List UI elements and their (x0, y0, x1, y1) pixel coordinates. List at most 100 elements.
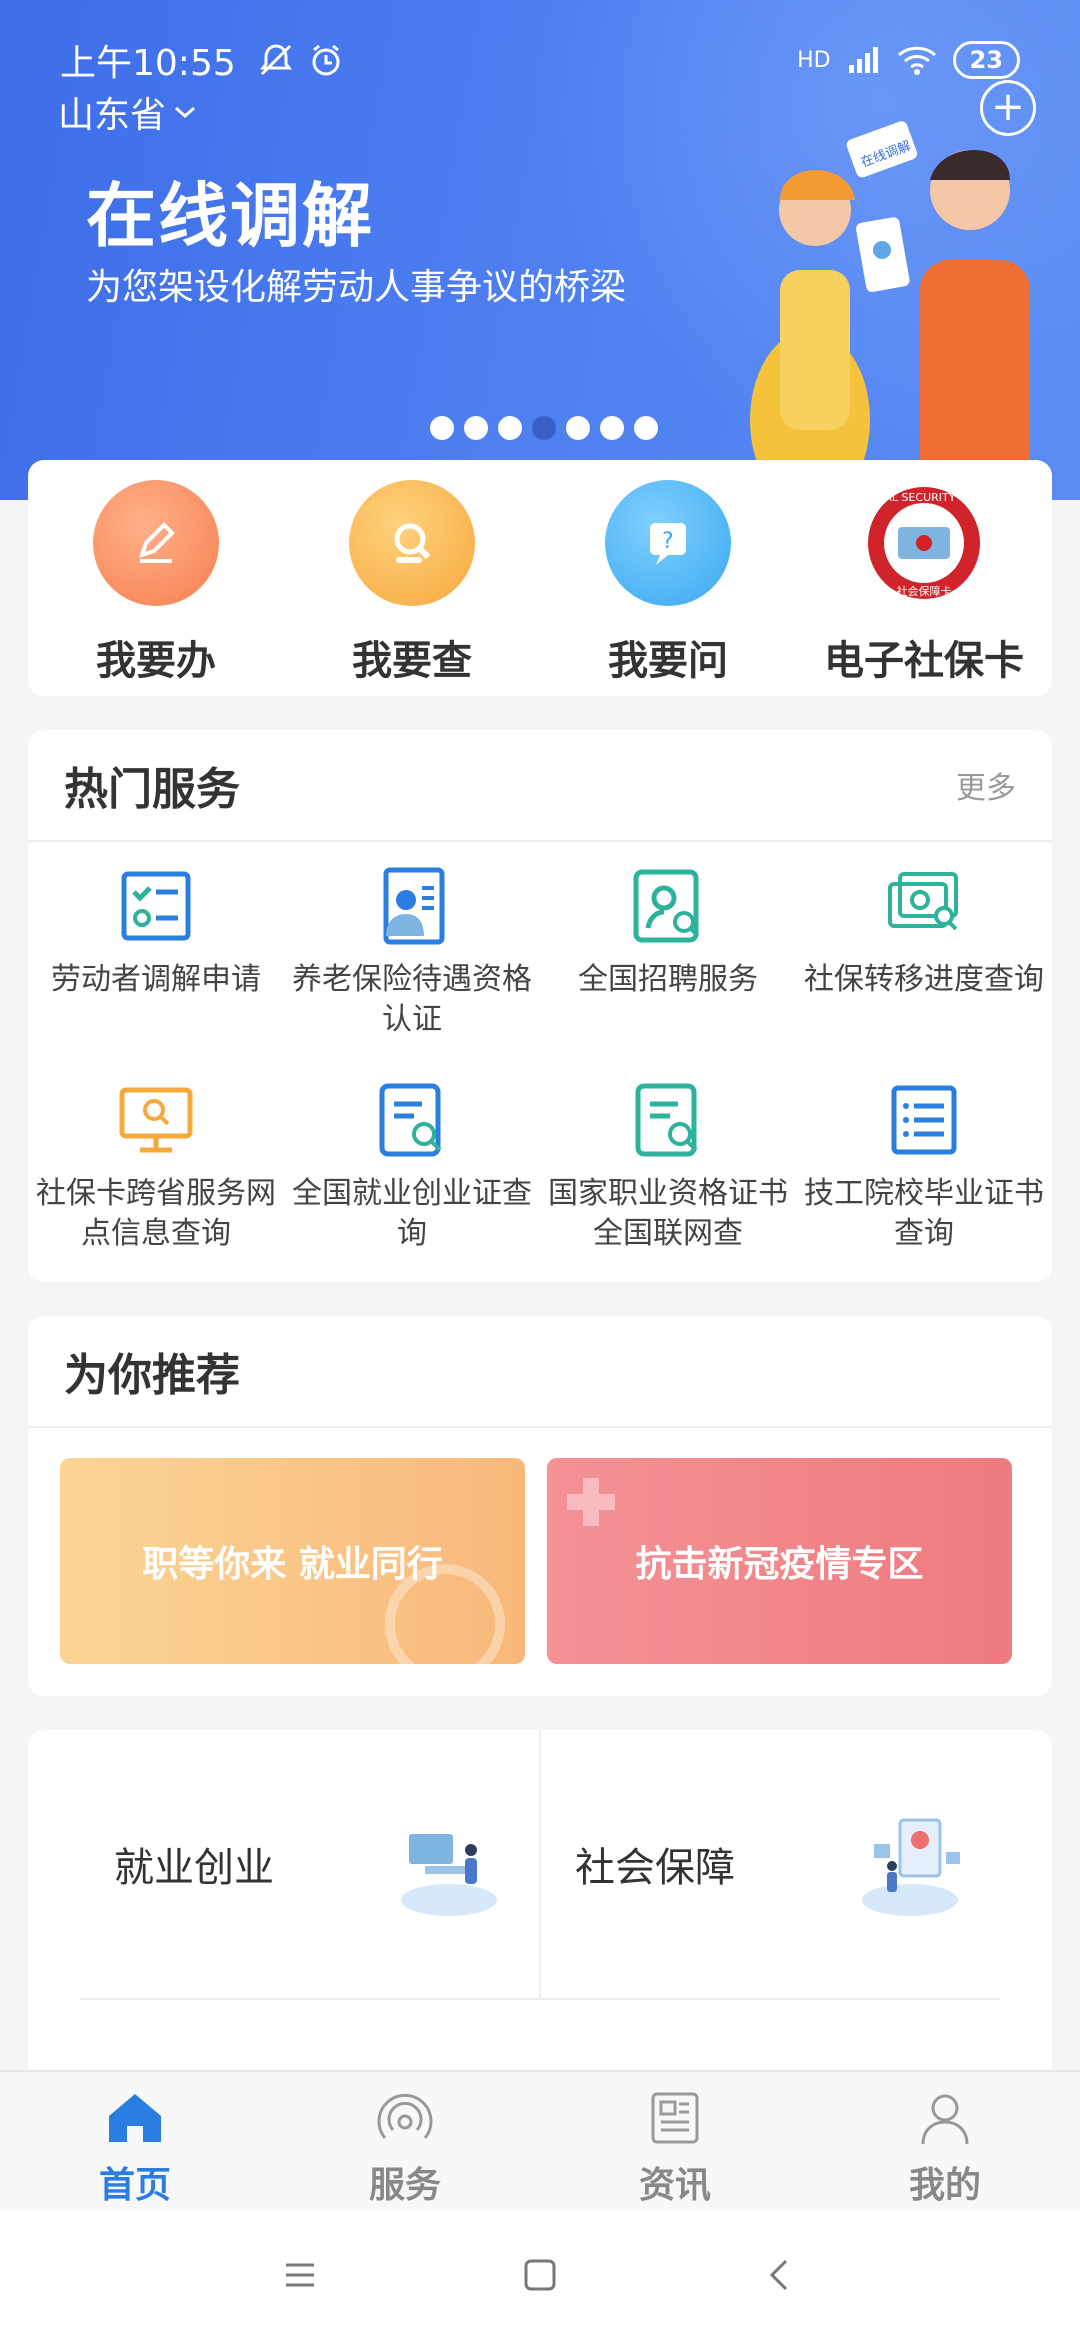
menu-icon[interactable] (280, 2255, 320, 2295)
service-item[interactable]: 养老保险待遇资格认证 (284, 866, 540, 1080)
social-security-illustration-icon (862, 1818, 960, 1916)
categories-card: 就业创业 社会保障 (28, 1730, 1052, 2090)
quick-action-label: 我要查 (352, 638, 472, 684)
service-label: 国家职业资格证书全国联网查 (548, 1176, 788, 1251)
category-label: 社会保障 (575, 1845, 735, 1891)
chevron-down-icon (175, 106, 196, 119)
carousel-dot[interactable] (430, 416, 454, 440)
status-bar: 上午10:55 HD 23 (60, 30, 1020, 90)
province-selector[interactable]: 山东省 (58, 86, 198, 138)
quick-action-label: 电子社保卡 (824, 638, 1024, 684)
category-social-security[interactable]: 社会保障 (539, 1730, 1000, 1998)
wifi-icon (897, 46, 936, 75)
tab-label: 资讯 (638, 2165, 711, 2206)
list-icon (891, 1085, 957, 1155)
svg-text:?: ? (662, 529, 674, 554)
service-label: 社保卡跨省服务网点信息查询 (36, 1176, 276, 1251)
service-label: 养老保险待遇资格认证 (292, 962, 532, 1037)
carousel-dot[interactable] (600, 416, 624, 440)
transfer-search-icon (888, 872, 958, 931)
back-icon[interactable] (760, 2255, 800, 2295)
employment-illustration-icon (401, 1834, 497, 1916)
news-icon (651, 2092, 699, 2144)
profile-search-icon (633, 869, 700, 943)
system-nav-bar (0, 2210, 1080, 2340)
service-item[interactable]: 技工院校毕业证书查询 (796, 1080, 1052, 1294)
quick-action-query[interactable]: 我要查 (284, 480, 540, 696)
hot-services-card: 热门服务 更多 劳动者调解申请 养老保险待遇资格认证 全国招聘服务 社保转移进度… (28, 730, 1052, 1282)
question-icon: ? (605, 480, 731, 606)
magnifier-icon (349, 480, 475, 606)
quick-action-label: 我要办 (96, 638, 216, 684)
tab-home[interactable]: 首页 (0, 2072, 270, 2210)
service-item[interactable]: 国家职业资格证书全国联网查 (540, 1080, 796, 1294)
battery-indicator: 23 (952, 41, 1020, 79)
service-label: 全国就业创业证查询 (292, 1176, 532, 1251)
carousel-dot[interactable] (464, 416, 488, 440)
checklist-icon (121, 871, 191, 941)
quick-action-label: 我要问 (608, 638, 728, 684)
quick-action-ask[interactable]: ? 我要问 (540, 480, 796, 696)
social-security-card-icon: SOCIAL SECURITY CARD 社会保障卡 (861, 480, 987, 606)
carousel-dot[interactable] (566, 416, 590, 440)
service-item[interactable]: 社保转移进度查询 (796, 866, 1052, 1080)
promo-banner-covid[interactable]: 抗击新冠疫情专区 (547, 1458, 1012, 1664)
tab-label: 我的 (908, 2165, 981, 2206)
promo-label: 职等你来 就业同行 (142, 1544, 443, 1585)
user-icon (921, 2094, 969, 2145)
seal-top-text: SOCIAL SECURITY CARD (864, 491, 984, 504)
service-label: 社保转移进度查询 (804, 962, 1044, 997)
carousel-indicator[interactable] (430, 416, 658, 440)
carousel-dot-active[interactable] (532, 416, 556, 440)
province-label: 山东省 (58, 95, 167, 136)
bottom-tab-bar: 首页 服务 资讯 我的 (0, 2070, 1080, 2210)
tab-news[interactable]: 资讯 (540, 2072, 810, 2210)
broadcast-icon (377, 2093, 433, 2139)
seal-bottom-text: 社会保障卡 (897, 584, 952, 598)
home-square-icon[interactable] (520, 2255, 560, 2295)
tab-services[interactable]: 服务 (270, 2072, 540, 2210)
service-label: 全国招聘服务 (578, 962, 758, 997)
top-banner[interactable]: 上午10:55 HD 23 山东省 + 在线调解 为您架设化解劳动人事争议的桥梁… (0, 0, 1080, 500)
quick-action-handle[interactable]: 我要办 (28, 480, 284, 696)
quick-action-social-card[interactable]: SOCIAL SECURITY CARD 社会保障卡 电子社保卡 (796, 480, 1052, 696)
pen-icon (93, 480, 219, 606)
monitor-search-icon (119, 1087, 193, 1153)
bell-muted-icon (259, 44, 292, 76)
service-item[interactable]: 社保卡跨省服务网点信息查询 (28, 1080, 284, 1294)
signal-icon (848, 47, 878, 73)
tab-label: 首页 (98, 2165, 171, 2206)
certificate-search-icon (635, 1083, 698, 1157)
banner-illustration: 在线调解 (750, 121, 1030, 500)
carousel-dot[interactable] (634, 416, 658, 440)
service-item[interactable]: 全国就业创业证查询 (284, 1080, 540, 1294)
section-title: 为你推荐 (64, 1350, 240, 1401)
network-badge: HD (797, 47, 831, 73)
service-label: 技工院校毕业证书查询 (804, 1176, 1044, 1251)
service-item[interactable]: 劳动者调解申请 (28, 866, 284, 1080)
category-label: 就业创业 (114, 1845, 274, 1891)
hot-services-grid: 劳动者调解申请 养老保险待遇资格认证 全国招聘服务 社保转移进度查询 社保卡跨省… (28, 842, 1052, 1294)
home-icon (109, 2094, 161, 2142)
tab-mine[interactable]: 我的 (810, 2072, 1080, 2210)
id-person-icon (383, 867, 445, 945)
section-title: 热门服务 (64, 764, 240, 815)
promo-label: 抗击新冠疫情专区 (635, 1544, 924, 1585)
recommend-banners: 职等你来 就业同行 抗击新冠疫情专区 (28, 1428, 1052, 1664)
carousel-dot[interactable] (498, 416, 522, 440)
more-link[interactable]: 更多 (956, 763, 1016, 807)
hot-services-header: 热门服务 更多 (28, 730, 1052, 842)
banner-subtitle: 为您架设化解劳动人事争议的桥梁 (86, 267, 627, 308)
banner-title: 在线调解 (86, 175, 374, 257)
recommend-card: 为你推荐 职等你来 就业同行 抗击新冠疫情专区 (28, 1316, 1052, 1696)
promo-banner-employment[interactable]: 职等你来 就业同行 (60, 1458, 525, 1664)
document-search-icon (379, 1083, 442, 1157)
alarm-icon (312, 44, 340, 76)
tab-label: 服务 (368, 2165, 441, 2206)
recommend-header: 为你推荐 (28, 1316, 1052, 1428)
quick-actions-card: 我要办 我要查 ? 我要问 SOCIAL SECURITY CARD 社会保障卡 … (28, 460, 1052, 696)
service-item[interactable]: 全国招聘服务 (540, 866, 796, 1080)
category-employment[interactable]: 就业创业 (80, 1730, 539, 1998)
medical-cross-icon (567, 1478, 615, 1526)
category-row: 就业创业 社会保障 (80, 1730, 1000, 2000)
